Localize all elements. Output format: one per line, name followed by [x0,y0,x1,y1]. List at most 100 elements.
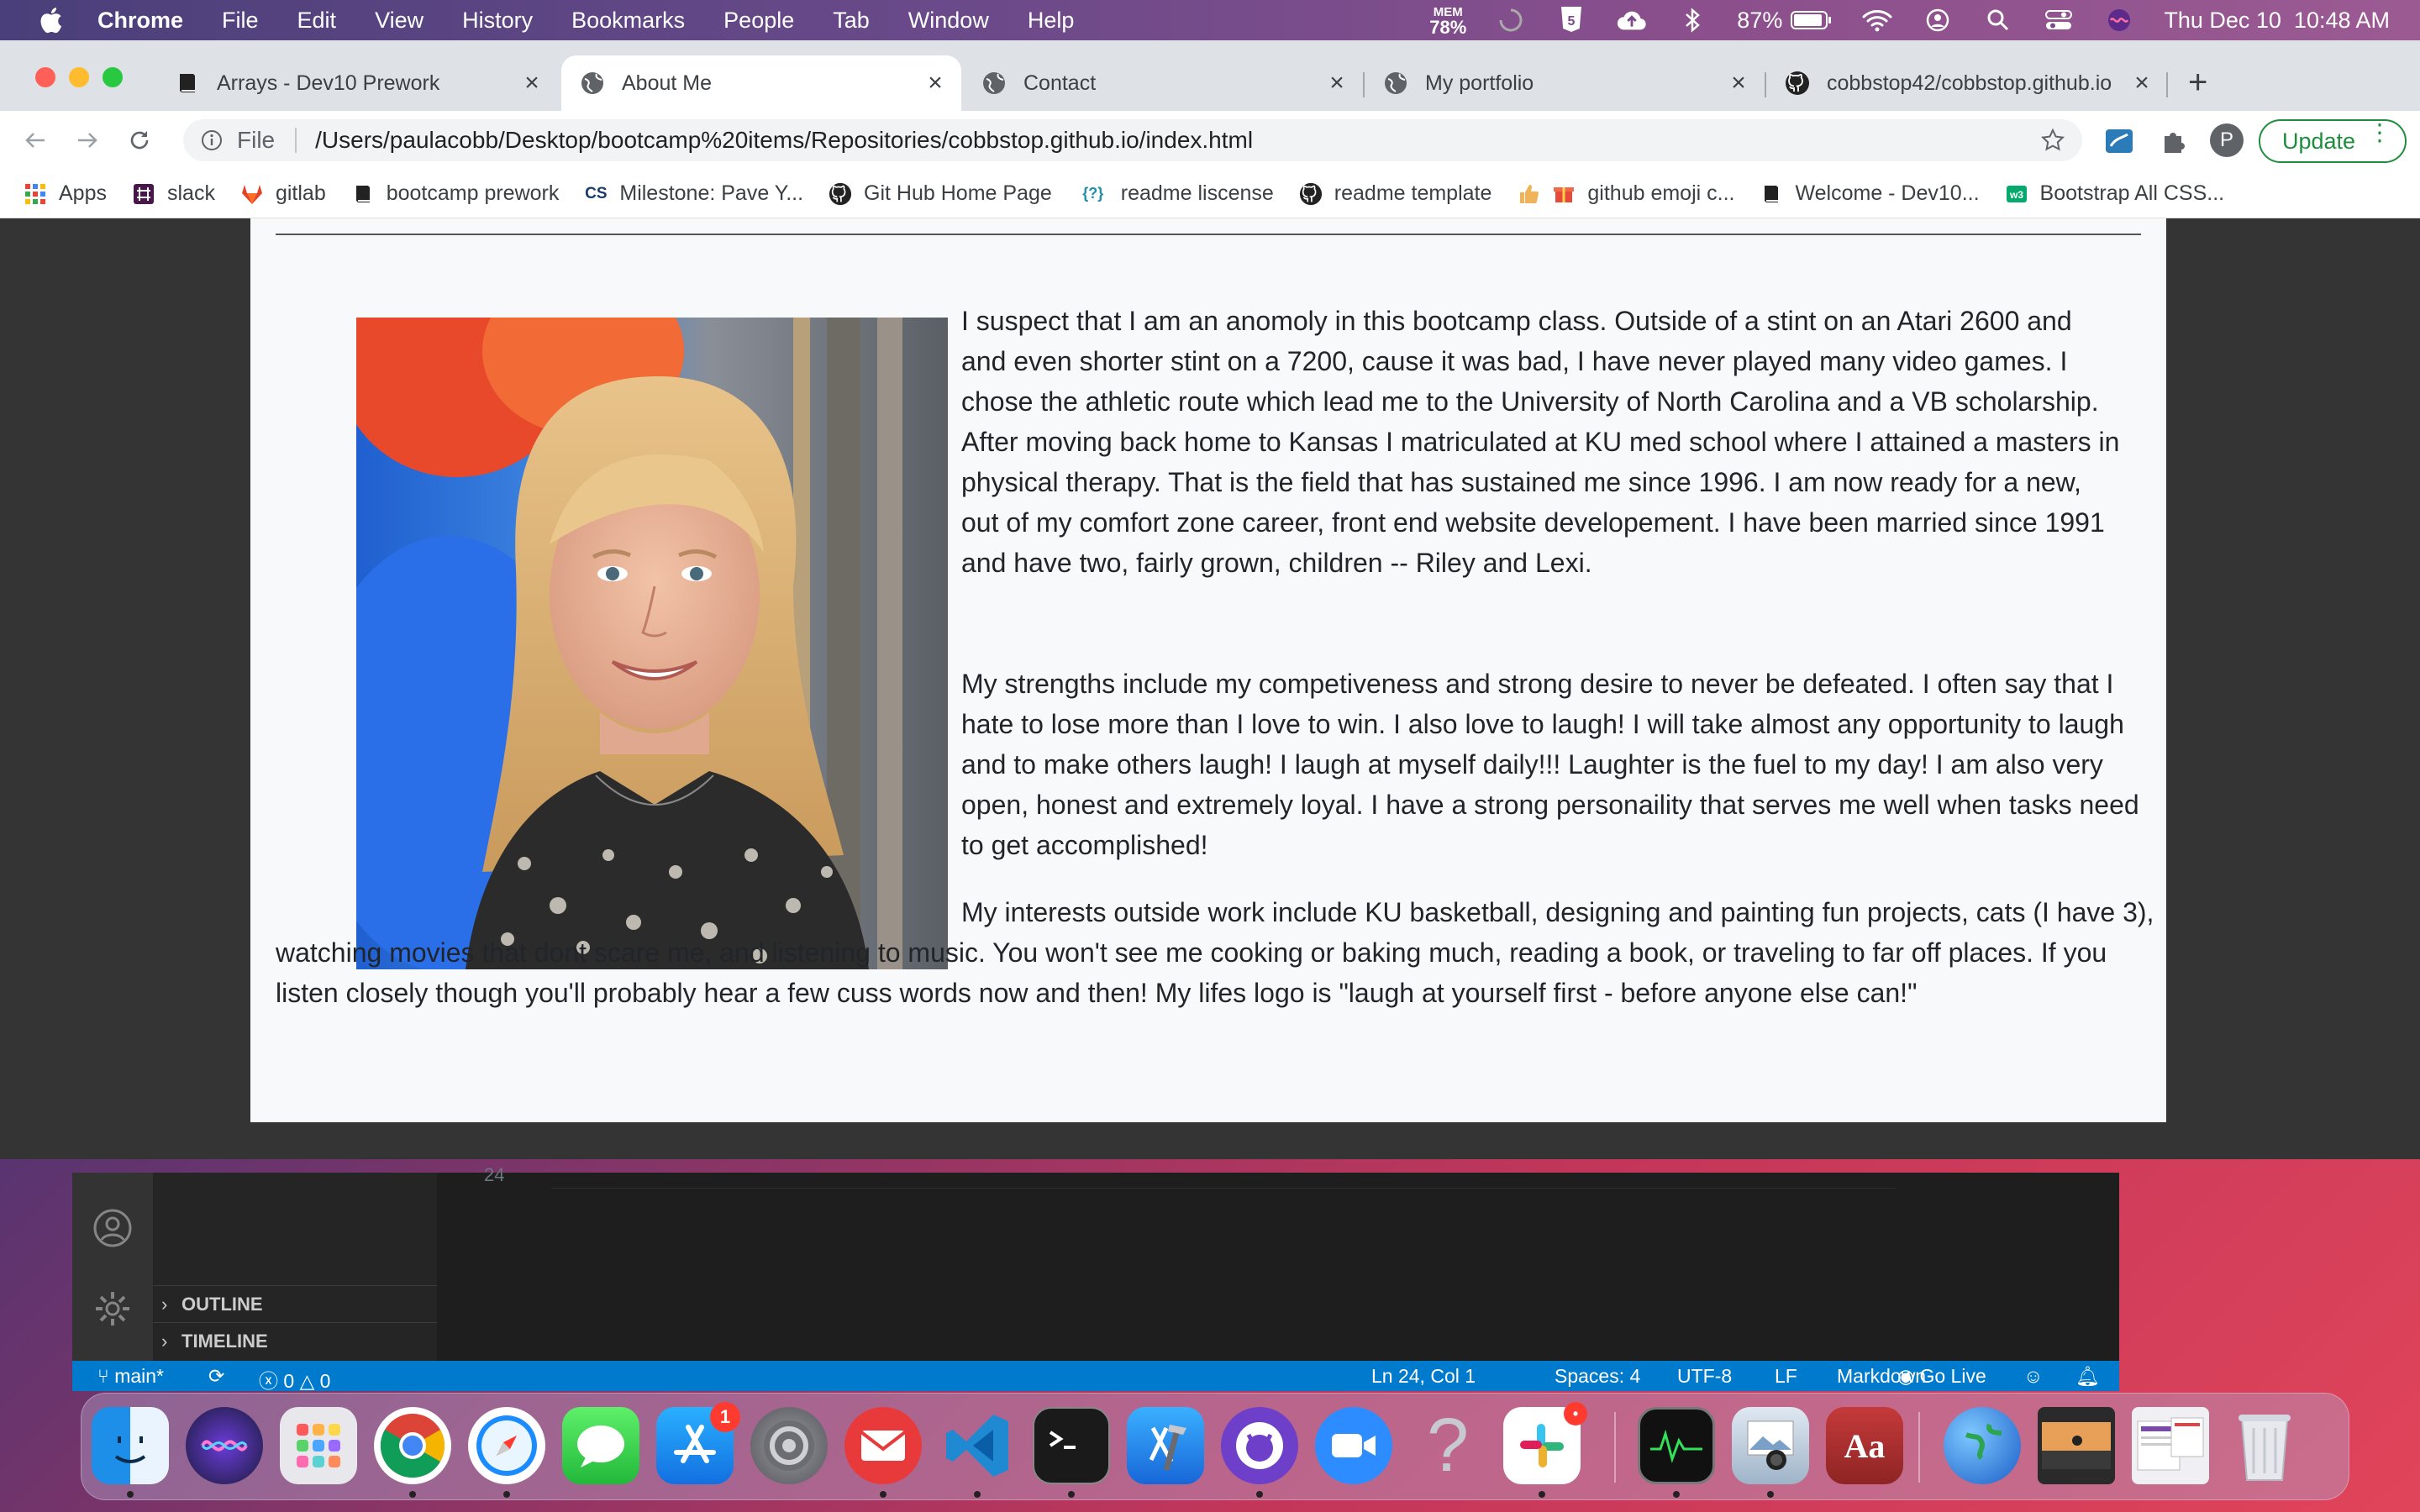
finder-icon[interactable] [92,1407,169,1484]
safari-icon[interactable] [468,1407,545,1484]
menu-file[interactable]: File [222,8,259,34]
outline-label: OUTLINE [182,1293,263,1315]
battery-indicator[interactable]: 87% [1737,8,1833,34]
bookmark-readme-template[interactable]: readme template [1299,181,1491,206]
slack-icon[interactable]: • [1503,1402,1587,1484]
close-tab-icon[interactable]: × [2128,69,2156,97]
html5-icon[interactable]: 5 [1555,7,1587,33]
tab-contact[interactable]: Contact × [963,55,1363,111]
spinner-icon[interactable] [1495,8,1527,33]
help-question-icon[interactable]: ? [1409,1404,1486,1488]
git-branch-status[interactable]: ⑂ main* [97,1365,164,1388]
apple-logo-icon[interactable] [37,6,64,34]
profile-avatar[interactable]: P [2210,123,2244,157]
vscode-icon[interactable] [939,1407,1016,1484]
bookmark-bootstrap-css[interactable]: w3 Bootstrap All CSS... [2005,181,2224,206]
bookmark-milestone[interactable]: CS Milestone: Pave Y... [584,181,803,206]
bookmark-slack[interactable]: slack [132,181,215,206]
xcode-icon[interactable] [1127,1407,1204,1484]
encoding-status[interactable]: UTF-8 [1677,1365,1732,1388]
siri-icon[interactable] [186,1407,263,1484]
tab-my-portfolio[interactable]: My portfolio × [1365,55,1765,111]
documents-stack-icon[interactable] [2132,1407,2209,1484]
trash-icon[interactable] [2226,1407,2303,1484]
account-icon[interactable] [92,1208,133,1248]
zoom-icon[interactable] [1315,1407,1392,1484]
preview-icon[interactable] [1732,1407,1809,1484]
dictionary-icon[interactable]: Aa [1826,1407,1903,1484]
extensions-puzzle-icon[interactable] [2160,126,2190,156]
go-live-button[interactable]: ◉ Go Live [1897,1365,1986,1388]
bookmark-github-home[interactable]: Git Hub Home Page [829,181,1052,206]
system-preferences-icon[interactable] [750,1407,828,1484]
menu-help[interactable]: Help [1028,8,1075,34]
horizontal-rule [276,234,2141,235]
tab-github-repo[interactable]: cobbstop42/cobbstop.github.io × [1766,55,2168,111]
zoom-window-button[interactable] [103,67,123,87]
activity-monitor-icon[interactable] [1638,1407,1715,1484]
settings-gear-icon[interactable] [92,1289,133,1329]
tab-arrays[interactable]: Arrays - Dev10 Prework × [156,55,558,111]
github-desktop-icon[interactable] [1221,1407,1298,1484]
indentation-status[interactable]: Spaces: 4 [1555,1365,1640,1388]
page-viewport[interactable]: I suspect that I am an anomoly in this b… [0,218,2420,1159]
update-button[interactable]: Update ⋮ [2259,119,2407,163]
menu-edit[interactable]: Edit [297,8,337,34]
control-center-icon[interactable] [2043,8,2075,33]
airmail-icon[interactable] [844,1407,922,1484]
close-tab-icon[interactable]: × [921,69,950,97]
address-bar[interactable]: File /Users/paulacobb/Desktop/bootcamp%2… [183,119,2082,161]
info-icon[interactable] [200,129,224,152]
url-text[interactable]: /Users/paulacobb/Desktop/bootcamp%20item… [315,127,1253,154]
new-tab-button[interactable]: + [2188,66,2207,99]
menu-window[interactable]: Window [908,8,989,34]
bookmark-welcome-dev10[interactable]: Welcome - Dev10... [1760,181,1980,206]
outline-section[interactable]: › OUTLINE [153,1285,437,1322]
cursor-position[interactable]: Ln 24, Col 1 [1371,1365,1476,1388]
messages-icon[interactable] [562,1407,639,1484]
timeline-section[interactable]: › TIMELINE [153,1322,437,1359]
bluetooth-icon[interactable] [1676,8,1708,33]
menu-people[interactable]: People [723,8,794,34]
close-tab-icon[interactable]: × [518,69,546,97]
bookmark-bootcamp-prework[interactable]: bootcamp prework [351,181,559,206]
menu-tab[interactable]: Tab [833,8,870,34]
sync-icon[interactable]: ⟳ [208,1365,224,1388]
problems-status[interactable]: ⓧ 0 △ 0 [259,1365,330,1394]
close-window-button[interactable] [35,67,55,87]
cloud-upload-icon[interactable] [1616,8,1648,33]
menu-bookmarks[interactable]: Bookmarks [571,8,685,34]
screencast-extension-icon[interactable] [2104,126,2134,156]
reload-icon[interactable] [123,123,156,157]
menu-view[interactable]: View [375,8,424,34]
menu-history[interactable]: History [462,8,533,34]
bookmark-gitlab[interactable]: gitlab [240,181,326,206]
notifications-bell-icon[interactable]: 🔔︎ [2075,1365,2100,1388]
feedback-icon[interactable]: ☺ [2023,1365,2043,1388]
launchpad-icon[interactable] [280,1407,357,1484]
globe-downloads-icon[interactable] [1944,1407,2021,1484]
menu-app-name[interactable]: Chrome [97,8,183,34]
bookmark-github-emoji[interactable]: github emoji c... [1517,181,1734,206]
bookmark-apps[interactable]: Apps [24,181,107,206]
app-store-icon[interactable]: 1 [656,1402,740,1484]
bookmark-readme-license[interactable]: {?} readme liscense [1077,181,1274,206]
terminal-icon[interactable] [1033,1407,1110,1484]
memory-monitor[interactable]: MEM 78% [1429,5,1466,37]
spotlight-search-icon[interactable] [1982,8,2014,33]
screenshot-thumbnail-icon[interactable] [2038,1407,2115,1484]
bookmark-star-icon[interactable] [2040,128,2065,153]
forward-arrow-icon[interactable] [71,123,104,157]
tab-about-me[interactable]: About Me × [561,55,961,111]
minimize-window-button[interactable] [69,67,89,87]
siri-icon[interactable] [2103,8,2135,33]
close-tab-icon[interactable]: × [1323,69,1351,97]
close-tab-icon[interactable]: × [1724,69,1753,97]
menubar-clock[interactable]: Thu Dec 10 10:48 AM [2164,8,2390,34]
more-menu-icon[interactable]: ⋮ [2368,121,2391,144]
chrome-icon[interactable] [374,1407,451,1484]
user-account-icon[interactable] [1922,8,1954,33]
eol-status[interactable]: LF [1775,1365,1797,1388]
wifi-icon[interactable] [1861,8,1893,33]
back-arrow-icon[interactable] [18,123,52,157]
